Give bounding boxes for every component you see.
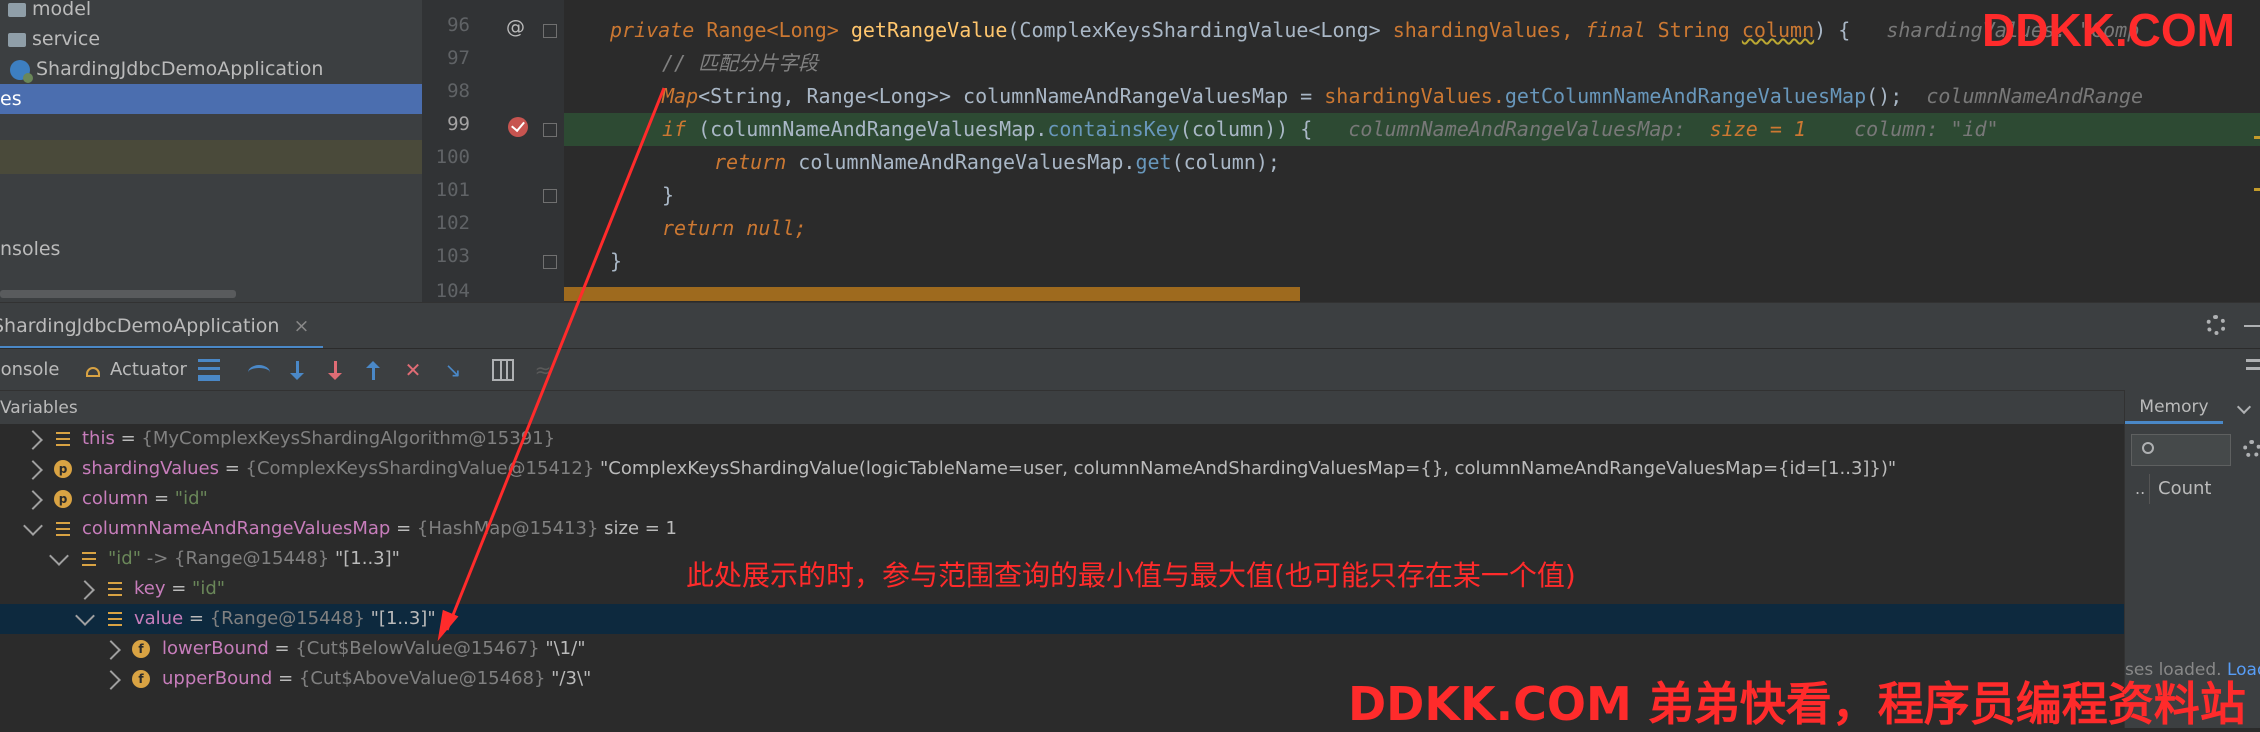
annotation-arrow	[437, 87, 666, 642]
watermark-bottom: DDKK.COM 弟弟快看，程序员编程资料站	[1348, 677, 2246, 731]
